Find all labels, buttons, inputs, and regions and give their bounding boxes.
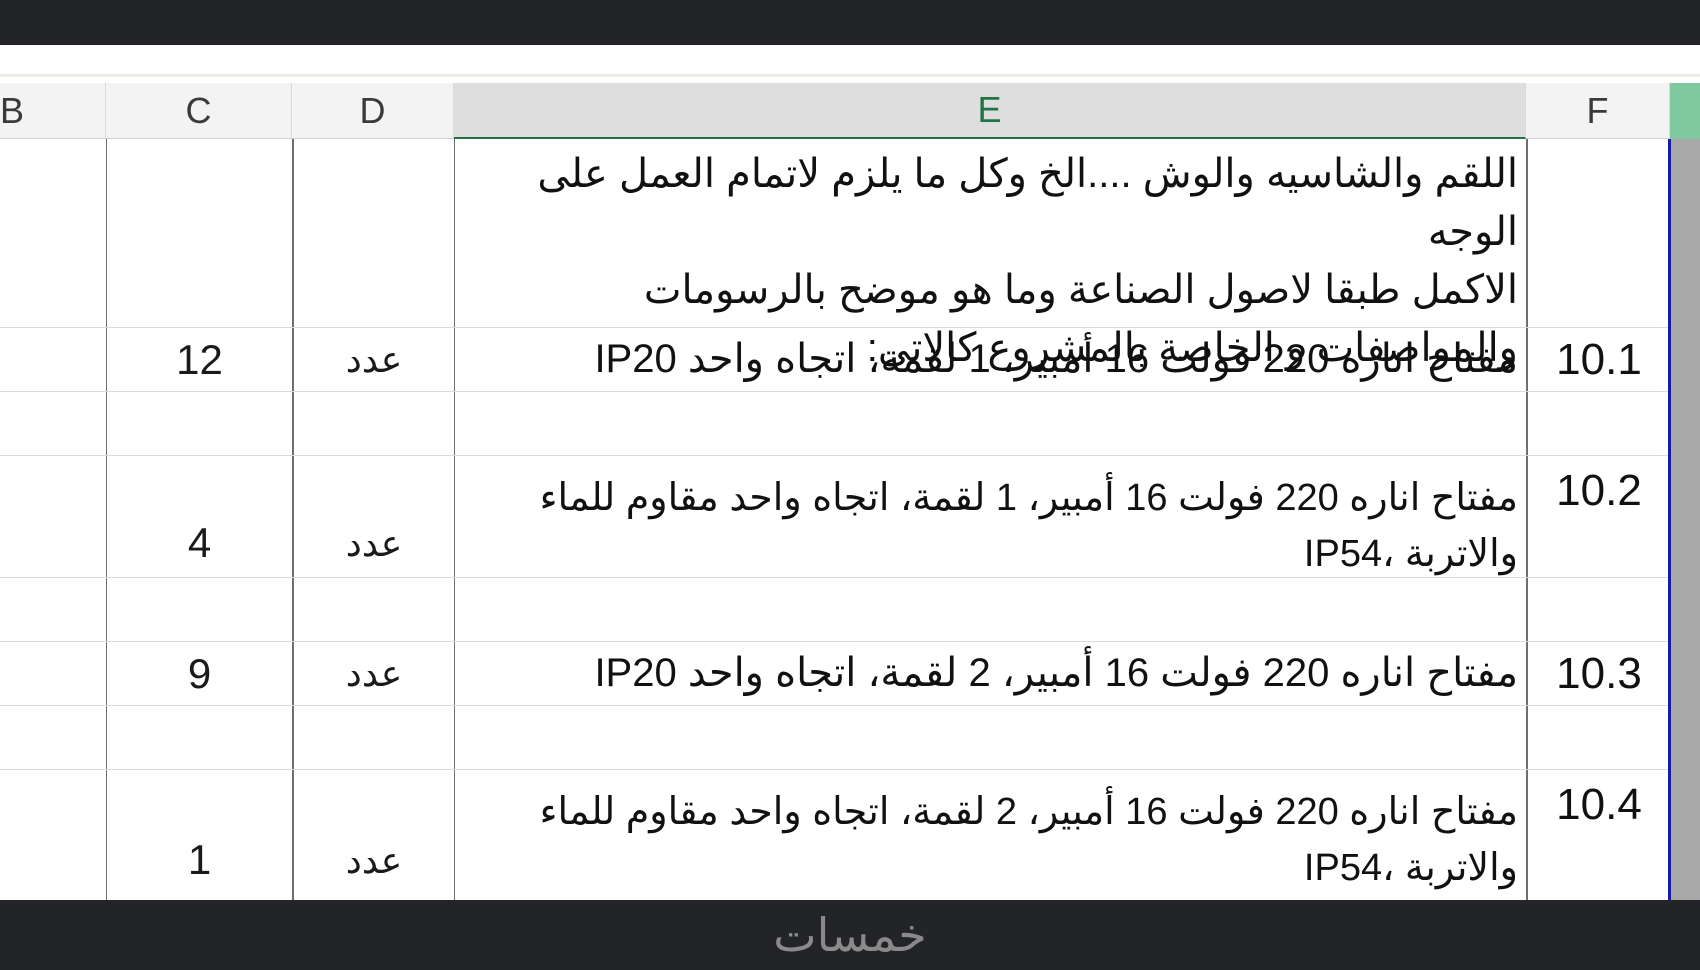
table-row[interactable] [0,578,1670,642]
sheet-grid[interactable]: اللقم والشاسيه والوش ....الخ وكل ما يلزم… [0,139,1700,900]
description-cell[interactable]: مفتاح اناره 220 فولت 16 أمبير، 1 لقمة، ا… [454,328,1526,391]
description-cell[interactable]: مفتاح اناره 220 فولت 16 أمبير، 2 لقمة، ا… [454,770,1526,900]
unit-cell[interactable]: عدد [292,456,454,577]
unit-cell[interactable]: عدد [292,328,454,391]
cell[interactable] [0,456,106,577]
column-label: F [1586,89,1609,131]
table-row[interactable]: 12 عدد مفتاح اناره 220 فولت 16 أمبير، 1 … [0,328,1670,392]
table-row[interactable]: 1 عدد مفتاح اناره 220 فولت 16 أمبير، 2 ل… [0,770,1670,900]
cell[interactable] [0,328,106,391]
column-label: E [977,89,1002,130]
cell[interactable] [1526,392,1670,455]
formula-bar-area [0,45,1700,83]
unit-cell[interactable]: عدد [292,642,454,705]
table-row[interactable]: اللقم والشاسيه والوش ....الخ وكل ما يلزم… [0,139,1670,370]
column-header-e[interactable]: E [454,83,1526,139]
vertical-scrollbar[interactable] [1670,139,1700,900]
cell[interactable] [106,139,292,327]
cell[interactable] [0,139,106,327]
unit-cell[interactable]: عدد [292,770,454,900]
description-cell[interactable]: اللقم والشاسيه والوش ....الخ وكل ما يلزم… [454,139,1526,370]
column-header-d[interactable]: D [292,83,454,139]
divider [0,74,1700,77]
cell[interactable] [1526,139,1670,327]
quantity-cell[interactable]: 4 [106,456,292,577]
footer-bar: خمسات [0,900,1700,970]
description-cell[interactable]: مفتاح اناره 220 فولت 16 أمبير، 1 لقمة، ا… [454,456,1526,577]
cell[interactable] [1526,578,1670,641]
column-header-b[interactable]: B [0,83,106,139]
cell[interactable] [106,706,292,769]
item-number-cell[interactable]: 10.4 [1526,770,1670,900]
cell[interactable] [292,392,454,455]
column-header-edge [1670,83,1700,139]
item-number-cell[interactable]: 10.2 [1526,456,1670,577]
column-label: D [359,89,386,131]
column-header-f[interactable]: F [1526,83,1670,139]
cell[interactable] [454,392,1526,455]
description-cell[interactable]: مفتاح اناره 220 فولت 16 أمبير، 2 لقمة، ا… [454,642,1526,705]
cell[interactable] [292,139,454,327]
brand-logo: خمسات [773,909,927,961]
cell[interactable] [0,392,106,455]
cell[interactable] [0,642,106,705]
cell[interactable] [454,578,1526,641]
table-row[interactable]: 9 عدد مفتاح اناره 220 فولت 16 أمبير، 2 ل… [0,642,1670,706]
quantity-cell[interactable]: 9 [106,642,292,705]
quantity-cell[interactable]: 12 [106,328,292,391]
cell[interactable] [292,706,454,769]
cell[interactable] [106,578,292,641]
quantity-cell[interactable]: 1 [106,770,292,900]
column-header-c[interactable]: C [106,83,292,139]
cell[interactable] [292,578,454,641]
top-bar [0,0,1700,45]
cell[interactable] [454,706,1526,769]
column-label: B [0,89,25,131]
column-label: C [185,89,212,131]
item-number-cell[interactable]: 10.1 [1526,328,1670,391]
table-row[interactable] [0,706,1670,770]
cell[interactable] [0,770,106,900]
cell[interactable] [1526,706,1670,769]
table-row[interactable]: 4 عدد مفتاح اناره 220 فولت 16 أمبير، 1 ل… [0,456,1670,578]
cell[interactable] [106,392,292,455]
cell[interactable] [0,578,106,641]
table-row[interactable] [0,392,1670,456]
item-number-cell[interactable]: 10.3 [1526,642,1670,705]
cell[interactable] [0,706,106,769]
selection-edge [1668,139,1671,900]
